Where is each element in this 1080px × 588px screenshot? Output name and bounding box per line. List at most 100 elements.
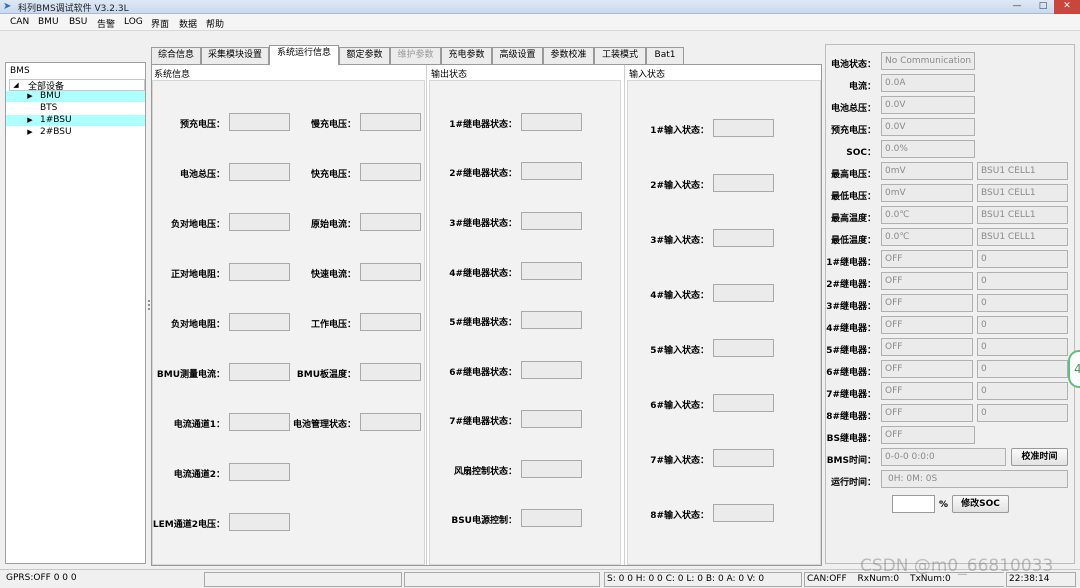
input-6-status-label: 6#输入状态： [650,401,709,411]
menu-data[interactable]: 数据 [179,17,197,30]
tab-bat1[interactable]: Bat1 [646,47,684,64]
relay-3-status-label: 3#继电器状态： [449,219,517,229]
expand-arrow-icon[interactable]: ◢ [12,80,20,90]
app-logo-icon: ➤ [3,1,12,12]
menu-help[interactable]: 帮助 [206,17,224,30]
soc-input[interactable] [892,495,935,513]
tab-charge-params[interactable]: 充电参数 [441,47,492,64]
system-info-body: 预充电压： 电池总压： 负对地电压： 正对地电阻： 负对地电阻： BMU测量电流… [152,80,425,565]
relay-1-label: 1#继电器： [826,258,876,268]
bmu-measured-current-label: BMU测量电流： [156,370,225,380]
input-4-status-label: 4#输入状态： [650,291,709,301]
relay-4-value: OFF [881,316,973,334]
close-button[interactable]: ✕ [1054,0,1080,14]
positive-to-ground-resistance-label: 正对地电阻： [170,270,225,280]
window-title: 科列BMS调试软件 V3.2.3L [18,4,129,14]
current-channel-2-field [229,463,290,481]
tree-item-label: BMU [40,91,61,101]
menu-interface[interactable]: 界面 [151,17,169,30]
tree-item-1bsu[interactable]: ▶ 1#BSU [6,115,145,126]
tab-rated-params[interactable]: 额定参数 [339,47,390,64]
negative-to-ground-resistance-field [229,313,290,331]
gprs-status: GPRS:OFF 0 0 0 [6,573,77,583]
minimize-button[interactable]: — [1004,0,1030,14]
tree-root-row[interactable]: ◢ 全部设备 [9,79,145,92]
group-divider [426,65,427,565]
bms-time-value: 0-0-0 0:0:0 [881,448,1006,466]
relay-7-status-field [521,410,582,428]
bms-time-label: BMS时间： [826,456,876,466]
relay-4-status-label: 4#继电器状态： [449,269,517,279]
tab-param-calibration[interactable]: 参数校准 [543,47,594,64]
relay-2-value: OFF [881,272,973,290]
relay-1-count: 0 [977,250,1068,268]
expand-arrow-icon[interactable]: ▶ [26,91,34,102]
tree-item-2bsu[interactable]: ▶ 2#BSU [6,127,145,138]
side-float-badge[interactable]: 4 [1068,350,1080,388]
expand-arrow-icon[interactable]: ▶ [26,115,34,126]
tree-item-bts[interactable]: BTS [6,103,145,114]
device-tree-panel: BMS ◢ 全部设备 ▶ BMU BTS ▶ 1#BSU ▶ 2#BSU [5,62,146,564]
max-temperature-value: 0.0℃ [881,206,973,224]
tab-acquisition-settings[interactable]: 采集模块设置 [201,47,269,64]
tab-fixture-mode[interactable]: 工装模式 [594,47,646,64]
relay-1-value: OFF [881,250,973,268]
battery-total-voltage-label: 电池总压： [830,104,876,114]
fast-current-label: 快速电流： [310,270,356,280]
fast-charge-voltage-field [360,163,421,181]
splitter-grip[interactable] [148,304,150,306]
battery-total-voltage-field [229,163,290,181]
input-3-status-field [713,229,774,247]
modify-soc-button[interactable]: 修改SOC [952,495,1009,513]
run-time-label: 运行时间： [830,478,876,488]
slow-charge-voltage-label: 慢充电压： [310,120,356,130]
tree-item-label: BTS [40,103,58,113]
menu-can[interactable]: CAN [10,17,29,27]
csdn-watermark: CSDN @m0_66810033 [860,556,1054,576]
tab-maintenance-params[interactable]: 维护参数 [390,47,441,64]
bs-relay-value: OFF [881,426,975,444]
status-cell-empty [404,572,600,587]
expand-arrow-icon[interactable]: ▶ [26,127,34,138]
input-7-status-label: 7#输入状态： [650,456,709,466]
tab-advanced-settings[interactable]: 高级设置 [492,47,543,64]
min-temperature-location: BSU1 CELL1 [977,228,1068,246]
max-temperature-label: 最高温度： [830,214,876,224]
tab-general-info[interactable]: 综合信息 [151,47,201,64]
menu-alarm[interactable]: 告警 [97,17,115,30]
input-5-status-label: 5#输入状态： [650,346,709,356]
menu-bmu[interactable]: BMU [38,17,59,27]
battery-summary-panel: 电池状态： No Communication 电流： 0.0A 电池总压： 0.… [825,44,1075,564]
input-3-status-label: 3#输入状态： [650,236,709,246]
max-temperature-location: BSU1 CELL1 [977,206,1068,224]
tree-item-label: 2#BSU [40,127,72,137]
output-status-body: 1#继电器状态： 2#继电器状态： 3#继电器状态： 4#继电器状态： 5#继电… [429,80,621,565]
relay-6-label: 6#继电器： [826,368,876,378]
bsu-power-control-label: BSU电源控制： [451,516,517,526]
relay-5-label: 5#继电器： [826,346,876,356]
current-channel-1-field [229,413,290,431]
max-voltage-value: 0mV [881,162,973,180]
current-channel-1-label: 电流通道1： [173,420,225,430]
menu-bar: CAN BMU BSU 告警 LOG 界面 数据 帮助 [0,14,1080,31]
working-voltage-field [360,313,421,331]
slow-charge-voltage-field [360,113,421,131]
tree-item-bmu[interactable]: ▶ BMU [6,91,145,102]
splitter-grip[interactable] [148,308,150,310]
fan-control-status-label: 风扇控制状态： [453,467,517,477]
relay-4-label: 4#继电器： [826,324,876,334]
raw-current-field [360,213,421,231]
calibrate-time-button[interactable]: 校准时间 [1011,448,1068,466]
precharge-voltage-label: 预充电压： [830,126,876,136]
tree-header: BMS [10,66,30,76]
menu-log[interactable]: LOG [124,17,143,27]
menu-bsu[interactable]: BSU [69,17,87,27]
relay-8-value: OFF [881,404,973,422]
maximize-button[interactable]: □ [1030,0,1056,14]
raw-current-label: 原始电流： [310,220,356,230]
relay-1-status-field [521,113,582,131]
run-time-value: 0H: 0M: 0S [881,470,1068,488]
splitter-grip[interactable] [148,300,150,302]
negative-to-ground-resistance-label: 负对地电阻： [170,320,225,330]
tab-system-runtime[interactable]: 系统运行信息 [269,45,339,65]
